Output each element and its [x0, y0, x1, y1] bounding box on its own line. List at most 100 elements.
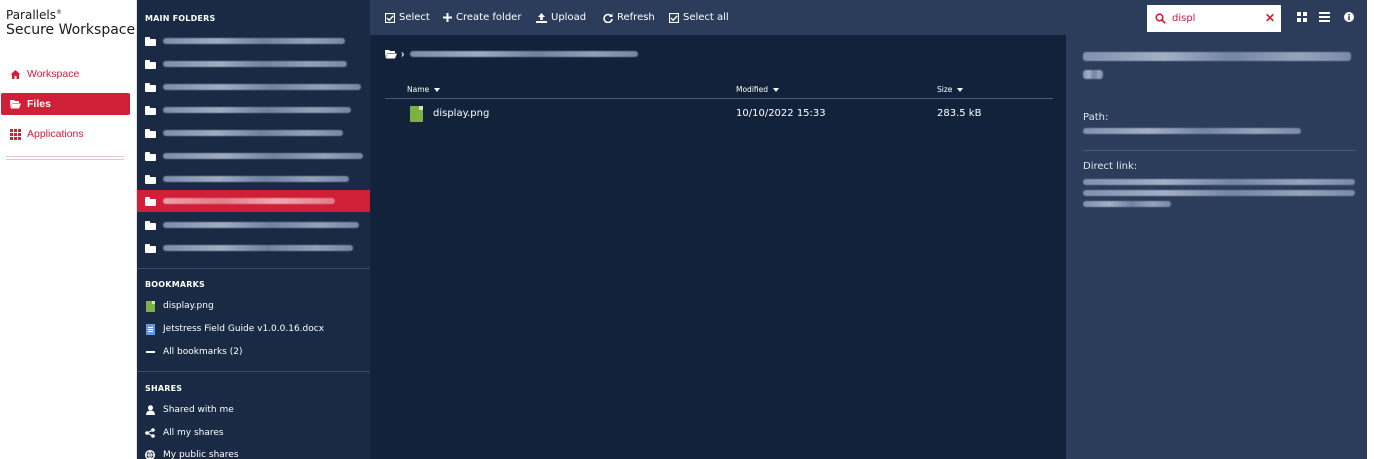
dash-icon — [145, 347, 155, 357]
list-view-icon[interactable] — [1317, 10, 1331, 24]
folder-item[interactable] — [137, 30, 370, 52]
column-header-size[interactable]: Size — [937, 85, 964, 94]
nav-item-applications[interactable]: Applications — [1, 123, 130, 145]
create-folder-label: Create folder — [456, 12, 522, 23]
checkbox-icon — [669, 12, 679, 23]
user-icon — [145, 405, 155, 415]
brand-line1: Parallels — [6, 8, 56, 22]
folder-item[interactable] — [137, 99, 370, 121]
sort-caret-icon — [773, 87, 780, 92]
nav-divider — [6, 156, 124, 160]
redacted-folder-name — [163, 176, 349, 182]
upload-button[interactable]: Upload — [536, 0, 586, 35]
column-header-name[interactable]: Name — [407, 85, 441, 94]
bookmark-label: All bookmarks (2) — [163, 347, 243, 357]
select-all-button[interactable]: Select all — [669, 0, 729, 35]
info-icon[interactable] — [1342, 10, 1356, 24]
select-button[interactable]: Select — [385, 0, 430, 35]
checkbox-icon — [385, 12, 395, 23]
shares-label: All my shares — [163, 428, 224, 438]
redacted-folder-name — [163, 84, 361, 90]
folder-open-icon — [10, 99, 21, 110]
grid-view-icon[interactable] — [1295, 10, 1309, 24]
folder-item[interactable] — [137, 122, 370, 144]
doc-file-icon — [145, 323, 155, 335]
shares-item-public-shares[interactable]: My public shares — [145, 445, 239, 459]
window-edge — [1367, 0, 1374, 459]
redacted-folder-name — [163, 130, 343, 136]
folder-item[interactable] — [137, 168, 370, 190]
breadcrumb-separator: › — [401, 48, 405, 60]
bookmarks-title: BOOKMARKS — [145, 280, 205, 289]
globe-icon — [145, 450, 155, 459]
select-all-label: Select all — [683, 12, 729, 23]
nav-item-files[interactable]: Files — [1, 93, 130, 115]
nav-item-label: Workspace — [27, 68, 80, 80]
shares-item-all-my-shares[interactable]: All my shares — [145, 423, 224, 443]
create-folder-button[interactable]: Create folder — [443, 0, 521, 35]
folder-sidebar: MAIN FOLDERS BOOKMARKS display.png Jetst… — [137, 0, 370, 459]
path-value-redacted — [1083, 128, 1301, 134]
folder-open-icon — [385, 49, 397, 59]
sort-caret-icon — [434, 87, 441, 92]
file-row[interactable]: display.png 10/10/2022 15:33 283.5 kB — [385, 105, 1053, 125]
sidebar-separator — [137, 371, 370, 372]
clear-search-icon[interactable]: ✕ — [1265, 12, 1275, 24]
upload-icon — [536, 12, 547, 23]
direct-link-value-redacted[interactable] — [1083, 179, 1355, 207]
nav-item-label: Applications — [27, 128, 84, 140]
details-panel: Path: Direct link: — [1066, 35, 1367, 459]
breadcrumb: › — [385, 47, 639, 61]
redacted-folder-name — [163, 38, 345, 44]
details-title-redacted — [1083, 48, 1351, 79]
refresh-label: Refresh — [617, 12, 655, 23]
all-bookmarks-link[interactable]: All bookmarks (2) — [145, 342, 242, 362]
header-divider — [385, 98, 1053, 99]
folder-item[interactable] — [137, 53, 370, 75]
redacted-folder-name — [163, 245, 353, 251]
refresh-button[interactable]: Refresh — [603, 0, 655, 35]
bookmark-item[interactable]: display.png — [145, 296, 214, 316]
breadcrumb-current-redacted[interactable] — [410, 51, 639, 57]
bookmark-item[interactable]: Jetstress Field Guide v1.0.0.16.docx — [145, 319, 324, 339]
folder-item[interactable] — [137, 214, 370, 236]
bookmark-label: Jetstress Field Guide v1.0.0.16.docx — [163, 324, 325, 334]
folder-item[interactable] — [137, 145, 370, 167]
select-label: Select — [399, 12, 430, 23]
direct-link-label: Direct link: — [1083, 161, 1138, 172]
toolbar: Select Create folder Upload Refresh Sele… — [370, 0, 1374, 35]
column-header-label: Size — [937, 85, 953, 94]
plus-icon — [443, 13, 452, 22]
file-modified: 10/10/2022 15:33 — [736, 108, 826, 119]
redacted-folder-name — [163, 153, 363, 159]
redacted-folder-name — [163, 222, 359, 228]
search-box: ✕ — [1147, 5, 1281, 32]
folder-icon — [145, 243, 156, 253]
folder-icon — [145, 196, 156, 206]
share-icon — [145, 428, 155, 438]
folder-icon — [145, 59, 156, 69]
folder-item[interactable] — [137, 237, 370, 259]
nav-item-label: Files — [27, 98, 51, 110]
folder-icon — [145, 174, 156, 184]
column-header-modified[interactable]: Modified — [736, 85, 780, 94]
folder-icon — [145, 220, 156, 230]
bookmark-label: display.png — [163, 301, 214, 311]
refresh-icon — [603, 13, 613, 23]
search-input[interactable] — [1172, 13, 1252, 24]
folder-icon — [145, 105, 156, 115]
file-browser: › Name Modified Size display.png 10/10/2… — [370, 35, 1066, 459]
image-file-icon — [410, 106, 423, 122]
folder-item-active[interactable] — [137, 190, 370, 212]
image-file-icon — [145, 300, 155, 312]
file-size: 283.5 kB — [937, 108, 982, 119]
column-header-label: Name — [407, 85, 430, 94]
nav-item-workspace[interactable]: Workspace — [1, 63, 130, 85]
brand-logo: Parallels® Secure Workspace — [6, 6, 135, 38]
brand-mark: ® — [55, 9, 62, 16]
shares-item-shared-with-me[interactable]: Shared with me — [145, 400, 234, 420]
folder-item[interactable] — [137, 76, 370, 98]
search-icon — [1155, 13, 1166, 24]
redacted-folder-name — [163, 61, 347, 67]
details-separator — [1083, 150, 1355, 151]
